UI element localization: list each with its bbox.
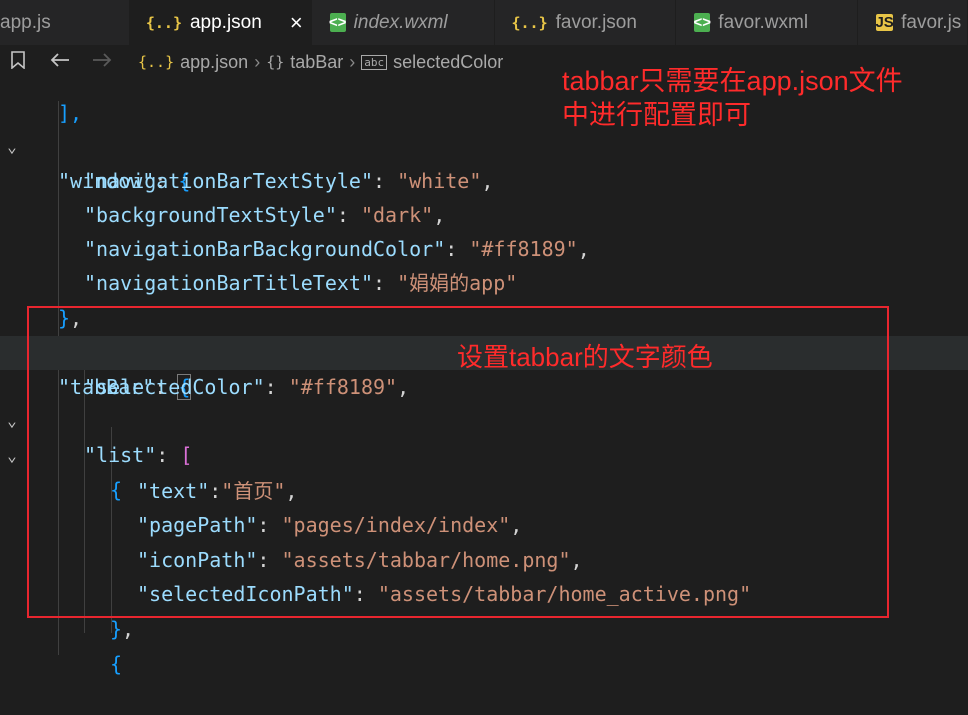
code-line: "navigationBarTextStyle": "white", [84,169,494,193]
tab-app-js[interactable]: app.js [0,0,130,45]
tab-app-json[interactable]: {..} app.json × [129,0,312,45]
annotation-top-line1: tabbar只需要在app.json文件 [562,66,903,96]
tab-favor-json[interactable]: {..} favor.json [495,0,677,45]
tab-favor-js[interactable]: JS favor.js [858,0,968,45]
tab-label-index-wxml: index.wxml [353,11,448,33]
tab-label-favor-wxml: favor.wxml [718,11,809,33]
annotation-top-line2: 中进行配置即可 [562,100,751,130]
code-line: "navigationBarBackgroundColor": "#ff8189… [84,237,590,261]
close-icon[interactable]: × [290,10,303,36]
tab-label-favor-js: favor.js [901,11,962,33]
editor-tab-bar: app.js {..} app.json × <> index.wxml {..… [0,0,968,45]
code-line: "navigationBarTitleText": "娟娟的app" [84,271,518,295]
tab-label-app-json: app.json [189,11,262,33]
code-line: }, [58,306,83,330]
json-file-icon: {..} [145,13,182,32]
json-file-icon: {..} [511,13,548,32]
tab-index-wxml[interactable]: <> index.wxml [312,0,496,45]
code-line: "backgroundTextStyle": "dark", [84,203,446,227]
tab-favor-wxml[interactable]: <> favor.wxml [676,0,859,45]
tab-label-app-js: app.js [0,11,51,33]
tab-label-favor-json: favor.json [555,11,637,33]
wxml-file-icon: <> [693,13,712,32]
code-line: { [110,652,123,676]
js-file-icon: JS [875,14,894,31]
annotation-selected-color: 设置tabbar的文字颜色 [457,342,713,372]
annotation-top: tabbar只需要在app.json文件 中进行配置即可 [562,64,903,132]
wxml-file-icon: <> [328,13,347,32]
